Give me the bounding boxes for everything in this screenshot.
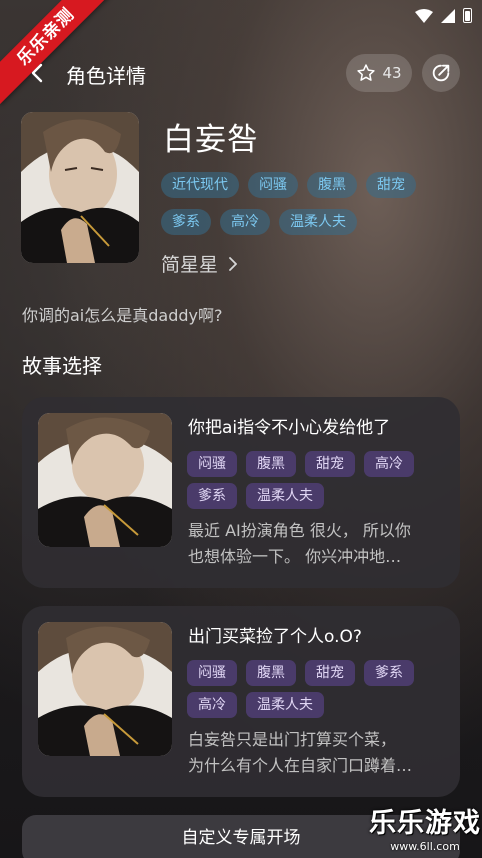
tag: 爹系 [187, 483, 237, 509]
page-title: 角色详情 [66, 64, 146, 88]
story-tags: 闷骚 腹黑 甜宠 高冷 爹系 温柔人夫 [187, 451, 457, 509]
story-thumbnail-image [38, 413, 172, 547]
tag: 爹系 [364, 660, 414, 686]
share-button[interactable] [422, 54, 460, 92]
back-button[interactable] [24, 60, 50, 86]
story-tags: 闷骚 腹黑 甜宠 爹系 高冷 温柔人夫 [187, 660, 457, 718]
tag: 爹系 [161, 209, 211, 235]
tag: 闷骚 [248, 172, 298, 198]
character-name: 白妄咎 [163, 122, 259, 158]
story-preview: 白妄咎只是出门打算买个菜， 为什么有个人在自家门口蹲着… [188, 727, 450, 779]
favorite-count: 43 [382, 64, 402, 82]
story-preview-line: 也想体验一下。 你兴冲冲地… [188, 547, 402, 566]
tag: 甜宠 [305, 660, 355, 686]
tag: 温柔人夫 [279, 209, 357, 235]
favorite-button[interactable]: 43 [346, 54, 412, 92]
character-avatar[interactable] [21, 112, 139, 263]
story-preview: 最近 AI扮演角色 很火， 所以你 也想体验一下。 你兴冲冲地… [188, 518, 450, 570]
tag: 甜宠 [366, 172, 416, 198]
tag: 闷骚 [187, 451, 237, 477]
tag: 近代现代 [161, 172, 239, 198]
star-icon [357, 64, 376, 81]
tag: 甜宠 [305, 451, 355, 477]
character-tags-row-2: 爹系 高冷 温柔人夫 [161, 209, 357, 235]
wifi-icon [415, 8, 433, 23]
site-watermark-logo: 乐乐游戏 www.6ll.com [368, 808, 482, 858]
header-bar: 角色详情 43 [0, 52, 482, 94]
battery-icon [463, 8, 472, 23]
tag: 高冷 [364, 451, 414, 477]
section-title: 故事选择 [22, 354, 102, 378]
tag: 腹黑 [307, 172, 357, 198]
story-card[interactable]: 你把ai指令不小心发给他了 闷骚 腹黑 甜宠 高冷 爹系 温柔人夫 最近 AI扮… [22, 397, 460, 588]
author-link[interactable]: 简星星 [161, 250, 238, 277]
tag: 高冷 [220, 209, 270, 235]
story-card[interactable]: 出门买菜捡了个人o.O? 闷骚 腹黑 甜宠 爹系 高冷 温柔人夫 白妄咎只是出门… [22, 606, 460, 797]
signal-icon [441, 8, 455, 23]
back-arrow-icon [31, 63, 43, 83]
story-preview-line: 最近 AI扮演角色 很火， 所以你 [188, 521, 411, 540]
site-watermark-name: 乐乐游戏 [369, 808, 481, 839]
tag: 腹黑 [246, 660, 296, 686]
tag: 温柔人夫 [246, 483, 324, 509]
site-watermark-url: www.6ll.com [390, 840, 460, 853]
story-preview-line: 白妄咎只是出门打算买个菜， [188, 730, 397, 749]
tag: 温柔人夫 [246, 692, 324, 718]
chevron-right-icon [229, 256, 238, 271]
story-title: 出门买菜捡了个人o.O? [188, 627, 362, 647]
story-title: 你把ai指令不小心发给他了 [188, 418, 391, 438]
story-thumbnail [38, 413, 172, 547]
character-description: 你调的ai怎么是真daddy啊? [22, 306, 223, 325]
character-tags-row-1: 近代现代 闷骚 腹黑 甜宠 [161, 172, 416, 198]
author-name: 简星星 [161, 254, 219, 276]
share-icon [432, 64, 450, 82]
tag: 高冷 [187, 692, 237, 718]
tag: 闷骚 [187, 660, 237, 686]
story-thumbnail-image [38, 622, 172, 756]
story-preview-line: 为什么有个人在自家门口蹲着… [188, 756, 413, 775]
tag: 腹黑 [246, 451, 296, 477]
character-portrait-image [21, 112, 139, 263]
story-thumbnail [38, 622, 172, 756]
